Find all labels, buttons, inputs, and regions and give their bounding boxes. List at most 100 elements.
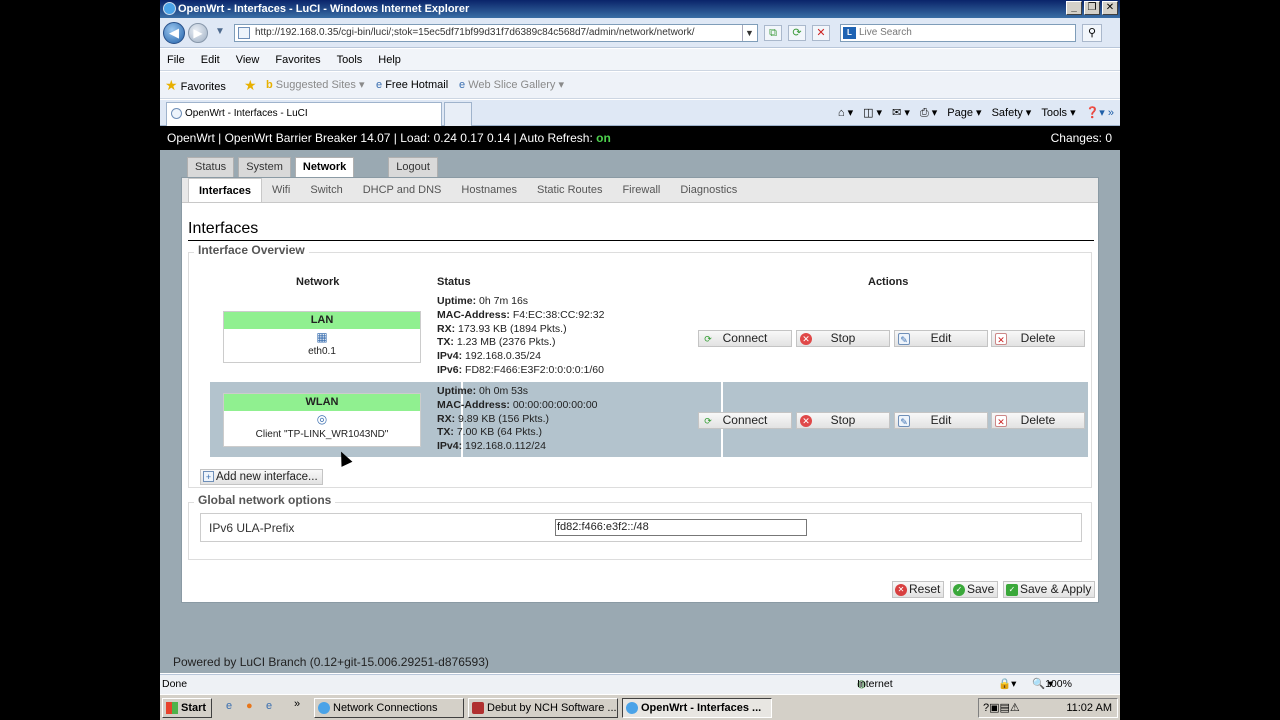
page-title: Interfaces — [188, 220, 259, 237]
global-options-legend: Global network options — [194, 493, 336, 507]
command-page[interactable]: Page ▾ — [947, 102, 981, 124]
zoom-control[interactable]: 🔍 100% ▾ — [1032, 675, 1072, 694]
help-icon[interactable]: ❓▾ » — [1086, 102, 1114, 124]
add-interface-button[interactable]: + Add new interface... — [200, 469, 323, 485]
task-debut[interactable]: Debut by NCH Software ... — [468, 698, 618, 718]
lan-delete-label: Delete — [1020, 331, 1056, 345]
save-button[interactable]: ✓ Save — [950, 581, 999, 598]
subtab-switch[interactable]: Switch — [300, 178, 352, 202]
lan-connect-label: Connect — [722, 331, 768, 345]
history-dropdown-icon[interactable]: ▼ — [215, 26, 225, 37]
ie-window: OpenWrt - Interfaces - LuCI - Windows In… — [160, 0, 1120, 720]
task-network-connections[interactable]: Network Connections — [314, 698, 464, 718]
home-icon[interactable]: ⌂ ▾ — [838, 102, 853, 124]
menu-tools[interactable]: Tools — [330, 49, 372, 70]
add-favorite-icon[interactable]: ★ — [244, 72, 257, 101]
restore-icon[interactable]: ❐ — [1084, 1, 1100, 15]
sub-menu: Interfaces Wifi Switch DHCP and DNS Host… — [182, 178, 1098, 203]
favorites-button[interactable]: ★ Favorites — [165, 72, 226, 101]
quicklaunch-ie2-icon[interactable]: e — [266, 700, 272, 712]
close-icon[interactable]: ✕ — [1102, 1, 1118, 15]
status-text: Done — [162, 678, 188, 690]
window-title: OpenWrt - Interfaces - LuCI - Windows In… — [178, 3, 470, 15]
forward-button[interactable]: ▶ — [188, 23, 208, 43]
tab-title: OpenWrt - Interfaces - LuCI — [185, 108, 308, 119]
reset-button[interactable]: ✕ Reset — [892, 581, 945, 598]
search-placeholder: Live Search — [859, 27, 912, 38]
compatibility-view-icon[interactable]: ⧉ — [764, 25, 782, 41]
search-icon[interactable]: ⚲ — [1082, 24, 1102, 42]
add-interface-label: Add new interface... — [216, 471, 318, 483]
quicklaunch-firefox-icon[interactable]: ● — [246, 700, 253, 712]
address-dropdown-icon[interactable]: ▼ — [742, 25, 756, 41]
lan-stop-button[interactable]: ✕ Stop — [796, 330, 890, 347]
wlan-edit-label: Edit — [930, 413, 952, 427]
subtab-wifi[interactable]: Wifi — [262, 178, 300, 202]
quicklaunch-ie-icon[interactable]: e — [226, 700, 232, 712]
save-apply-button[interactable]: ✓ Save & Apply — [1003, 581, 1096, 598]
subtab-firewall[interactable]: Firewall — [612, 178, 670, 202]
menu-help[interactable]: Help — [371, 49, 410, 70]
lan-stop-label: Stop — [830, 331, 856, 345]
lan-connect-button[interactable]: ⟳ Connect — [698, 330, 792, 347]
command-tools[interactable]: Tools ▾ — [1041, 102, 1075, 124]
lan-tx: 1.23 MB (2376 Pkts.) — [453, 336, 556, 349]
live-search-icon: L — [843, 27, 856, 39]
wlan-stop-button[interactable]: ✕ Stop — [796, 412, 890, 429]
menu-favorites[interactable]: Favorites — [268, 49, 329, 70]
subtab-static-routes[interactable]: Static Routes — [527, 178, 612, 202]
tab-status[interactable]: Status — [187, 157, 235, 177]
auto-refresh-toggle[interactable]: on — [596, 131, 611, 145]
windows-flag-icon — [166, 702, 178, 714]
lan-tx-label: TX: — [437, 336, 454, 349]
fav-web-slice-gallery[interactable]: e Web Slice Gallery ▾ — [459, 72, 564, 99]
back-button[interactable]: ◀ — [163, 22, 185, 44]
wlan-delete-button[interactable]: ✕ Delete — [991, 412, 1085, 429]
star-icon: ★ — [165, 77, 178, 93]
lan-delete-button[interactable]: ✕ Delete — [991, 330, 1085, 347]
command-safety[interactable]: Safety ▾ — [992, 102, 1032, 124]
tab-network[interactable]: Network — [294, 157, 355, 178]
task-openwrt[interactable]: OpenWrt - Interfaces ... — [622, 698, 772, 718]
fav-free-hotmail[interactable]: e Free Hotmail — [376, 72, 448, 99]
lan-edit-button[interactable]: ✎ Edit — [894, 330, 988, 347]
menu-file[interactable]: File — [160, 49, 194, 70]
stop-icon[interactable]: ✕ — [812, 25, 830, 41]
subtab-diagnostics[interactable]: Diagnostics — [670, 178, 747, 202]
tab-bar: OpenWrt - Interfaces - LuCI ⌂ ▾ ◫ ▾ ✉ ▾ … — [160, 100, 1120, 126]
changes-link[interactable]: Changes: 0 — [1051, 126, 1112, 150]
search-input[interactable]: L Live Search — [840, 24, 1076, 42]
debut-icon — [472, 702, 484, 714]
save-label: Save — [967, 582, 995, 596]
subtab-hostnames[interactable]: Hostnames — [451, 178, 527, 202]
quicklaunch-more-icon[interactable]: » — [294, 698, 300, 710]
fav-hotmail-label: Free Hotmail — [385, 79, 449, 91]
tab-logout[interactable]: Logout — [388, 157, 438, 177]
wlan-rx: 9.89 KB (156 Pkts.) — [455, 412, 550, 425]
tab-openwrt[interactable]: OpenWrt - Interfaces - LuCI — [166, 102, 442, 126]
wlan-connect-button[interactable]: ⟳ Connect — [698, 412, 792, 429]
minimize-icon[interactable]: _ — [1066, 1, 1082, 15]
save-apply-label: Save & Apply — [1020, 582, 1092, 596]
tab-system[interactable]: System — [238, 157, 291, 177]
subtab-interfaces[interactable]: Interfaces — [188, 178, 262, 202]
protected-mode-icon[interactable]: 🔒▾ — [998, 675, 1016, 694]
menu-bar: File Edit View Favorites Tools Help — [160, 49, 1120, 71]
subtab-dhcp-dns[interactable]: DHCP and DNS — [353, 178, 452, 202]
tray-icons[interactable]: ?▣▤⚠ — [983, 699, 1020, 717]
ie-logo-icon — [163, 2, 176, 15]
print-icon[interactable]: ⎙ ▾ — [920, 102, 937, 124]
feeds-icon[interactable]: ◫ ▾ — [863, 102, 882, 124]
menu-view[interactable]: View — [229, 49, 269, 70]
wlan-delete-label: Delete — [1020, 413, 1056, 427]
mail-icon[interactable]: ✉ ▾ — [892, 102, 910, 124]
start-button[interactable]: Start — [162, 698, 212, 718]
menu-edit[interactable]: Edit — [194, 49, 229, 70]
address-bar[interactable]: http://192.168.0.35/cgi-bin/luci/;stok=1… — [234, 24, 758, 42]
refresh-icon[interactable]: ⟳ — [788, 25, 806, 41]
ula-prefix-input[interactable]: fd82:f466:e3f2::/48 — [555, 519, 807, 536]
fav-suggested-sites[interactable]: b Suggested Sites ▾ — [266, 72, 364, 99]
new-tab-button[interactable] — [444, 102, 472, 126]
content-panel: Interfaces Wifi Switch DHCP and DNS Host… — [181, 177, 1099, 603]
wlan-edit-button[interactable]: ✎ Edit — [894, 412, 988, 429]
